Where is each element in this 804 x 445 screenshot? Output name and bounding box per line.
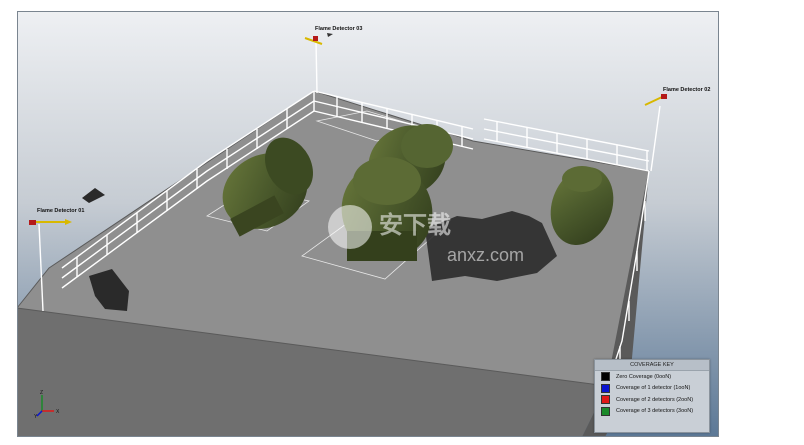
coverage-key-row-2: Coverage of 2 detectors (2ooN) xyxy=(595,394,709,406)
coverage-key-row-1: Coverage of 1 detector (1ooN) xyxy=(595,383,709,395)
coverage-key-label-1: Coverage of 1 detector (1ooN) xyxy=(616,385,691,392)
axis-z-label: Z xyxy=(40,390,43,396)
coverage-key-label-2: Coverage of 2 detectors (2ooN) xyxy=(616,396,694,403)
coverage-key-label-0: Zero Coverage (0ooN) xyxy=(616,373,672,380)
swatch-2-detectors xyxy=(601,395,610,405)
coverage-key-title: COVERAGE KEY xyxy=(595,360,709,371)
axis-x-label: X xyxy=(56,409,60,415)
flame-detector-03-label: Flame Detector 03 xyxy=(315,26,363,32)
axis-triad-icon: Z X Y xyxy=(34,390,60,419)
coverage-key-label-3: Coverage of 3 detectors (3ooN) xyxy=(616,408,694,415)
swatch-zero-coverage xyxy=(601,372,610,382)
swatch-1-detector xyxy=(601,383,610,393)
watermark-domain-text: anxz.com xyxy=(447,245,524,265)
flame-detector-02-label: Flame Detector 02 xyxy=(663,87,711,93)
coverage-key-row-0: Zero Coverage (0ooN) xyxy=(595,371,709,383)
flame-detector-01-label: Flame Detector 01 xyxy=(37,208,85,214)
watermark-logo-text: 安下载 xyxy=(379,211,451,239)
coverage-key-row-3: Coverage of 3 detectors (3ooN) xyxy=(595,406,709,418)
coverage-key-panel: COVERAGE KEY Zero Coverage (0ooN) Covera… xyxy=(594,359,710,433)
swatch-3-detectors xyxy=(601,406,610,416)
